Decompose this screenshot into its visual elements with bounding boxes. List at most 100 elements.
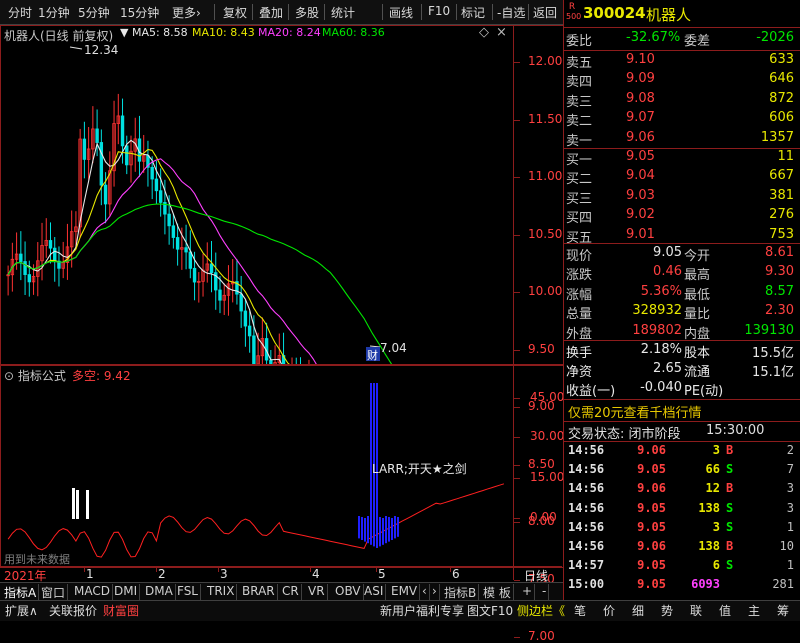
scroll-left-icon[interactable]: ‹ (420, 584, 430, 600)
related-quotes-button[interactable]: 关联报价 (46, 602, 100, 619)
candle (185, 225, 188, 270)
tab-main[interactable]: 主 (745, 602, 763, 619)
month-label: 4 (312, 567, 320, 581)
tab-chips[interactable]: 筹 (774, 602, 792, 619)
expand-button[interactable]: 扩展∧ (2, 602, 41, 619)
add-watchlist-button[interactable]: -自选 (497, 4, 525, 21)
stat-value: 0.46 (626, 264, 682, 279)
candle (261, 317, 264, 365)
level2-promo-link[interactable]: 仅需20元查看千档行情 (568, 402, 702, 421)
tab-5min[interactable]: 5分钟 (78, 4, 110, 21)
candle (66, 224, 69, 280)
tab-price[interactable]: 价 (600, 602, 618, 619)
tick-price: 9.05 (626, 520, 666, 534)
indicator-tab-asi[interactable]: ASI (362, 584, 386, 600)
tab-15min[interactable]: 15分钟 (120, 4, 159, 21)
level-price[interactable]: 9.07 (626, 110, 655, 125)
level-price[interactable]: 9.04 (626, 168, 655, 183)
tab-trades[interactable]: 笔 (571, 602, 589, 619)
draw-line-button[interactable]: 画线 (389, 4, 413, 21)
indicator-tab-dmi[interactable]: DMI (112, 584, 140, 600)
stat-value: 8.61 (765, 245, 794, 260)
f10-button[interactable]: F10 (428, 4, 450, 18)
price-tick-mark (514, 177, 520, 178)
indicator-b-tab[interactable]: 指标B (442, 584, 479, 600)
level-label: 买一 (566, 149, 592, 168)
level-price[interactable]: 9.09 (626, 71, 655, 86)
tab-trend[interactable]: 势 (658, 602, 676, 619)
stat-label: 今开 (684, 245, 710, 264)
tick-vol: 12 (670, 481, 720, 495)
tick-n: 1 (787, 520, 794, 534)
f10-graphic-button[interactable]: 图文F10 (464, 602, 516, 619)
fundamental-row: 收益(一)-0.040PE(动) (566, 379, 798, 399)
add-window-button[interactable]: + (520, 584, 535, 600)
multi-stock-button[interactable]: 多股 (295, 4, 319, 21)
indicator-tick-label: 15.00 (530, 470, 564, 484)
tab-related[interactable]: 联 (687, 602, 705, 619)
tab-1min[interactable]: 1分钟 (38, 4, 70, 21)
price-tick-mark (514, 62, 520, 63)
indicator-chart[interactable] (0, 364, 562, 566)
tab-value[interactable]: 值 (716, 602, 734, 619)
fundamental-value: 2.65 (626, 361, 682, 376)
tick-vol: 6093 (670, 577, 720, 591)
candle (117, 94, 120, 144)
indicator-tab-vr[interactable]: VR (306, 584, 328, 600)
candle (147, 141, 150, 187)
tab-more[interactable]: 更多› (172, 4, 201, 21)
tick-bs: B (726, 539, 733, 553)
bid-level-row: 买三9.03381 (566, 187, 798, 207)
level-volume: 633 (769, 52, 794, 67)
level-price[interactable]: 9.03 (626, 188, 655, 203)
level-price[interactable]: 9.08 (626, 91, 655, 106)
tab-detail[interactable]: 细 (629, 602, 647, 619)
toolbar-divider (252, 4, 253, 20)
indicator-tab-fsl[interactable]: FSL (175, 584, 201, 600)
month-tick-mark (156, 566, 157, 572)
level-price[interactable]: 9.05 (626, 149, 655, 164)
tick-bs: S (726, 462, 733, 476)
signal-bar (76, 490, 79, 519)
wealth-circle-button[interactable]: 财富圈 (100, 602, 142, 619)
kline-chart[interactable]: 12.347.04财 (0, 25, 562, 365)
level-label: 卖三 (566, 91, 592, 110)
mark-button[interactable]: 标记 (461, 4, 485, 21)
level-price[interactable]: 9.10 (626, 52, 655, 67)
price-tick-mark (514, 235, 520, 236)
indicator-tab-窗口[interactable]: 窗口 (39, 584, 68, 600)
candle (24, 241, 27, 295)
candle (244, 300, 247, 347)
new-user-benefits-link[interactable]: 新用户福利专享 (377, 602, 467, 619)
remove-window-button[interactable]: - (540, 584, 549, 600)
indicator-tab-emv[interactable]: EMV (389, 584, 420, 600)
candle (138, 116, 141, 177)
indicator-tab-obv[interactable]: OBV (333, 584, 364, 600)
candle (7, 266, 10, 296)
scroll-right-icon[interactable]: › (430, 584, 440, 600)
indicator-tab-dma[interactable]: DMA (143, 584, 176, 600)
tick-row: 14:569.06138B10 (566, 538, 798, 556)
candle (53, 237, 56, 282)
restore-rights-button[interactable]: 复权 (223, 4, 247, 21)
template-button[interactable]: 模 板 (481, 584, 514, 600)
sidebar-toggle-button[interactable]: 侧边栏《 (514, 602, 568, 619)
statistics-button[interactable]: 统计 (331, 4, 355, 21)
price-tick-label: 7.00 (528, 629, 555, 643)
back-button[interactable]: 返回 (533, 4, 557, 21)
level-price[interactable]: 9.02 (626, 207, 655, 222)
level-label: 买三 (566, 188, 592, 207)
overlay-button[interactable]: 叠加 (259, 4, 283, 21)
level-price[interactable]: 9.06 (626, 130, 655, 145)
stat-label: 涨跌 (566, 264, 592, 283)
ask-level-row: 卖二9.07606 (566, 109, 798, 129)
indicator-a-tab[interactable]: 指标A (2, 584, 39, 600)
indicator-tab-brar[interactable]: BRAR (240, 584, 278, 600)
tab-fenshi[interactable]: 分时 (8, 4, 32, 21)
indicator-tab-cr[interactable]: CR (280, 584, 302, 600)
indicator-tab-trix[interactable]: TRIX (205, 584, 237, 600)
toolbar-divider (528, 4, 529, 20)
ask-level-row: 卖五9.10633 (566, 51, 798, 71)
level-price[interactable]: 9.01 (626, 227, 655, 242)
indicator-tab-macd[interactable]: MACD (72, 584, 113, 600)
